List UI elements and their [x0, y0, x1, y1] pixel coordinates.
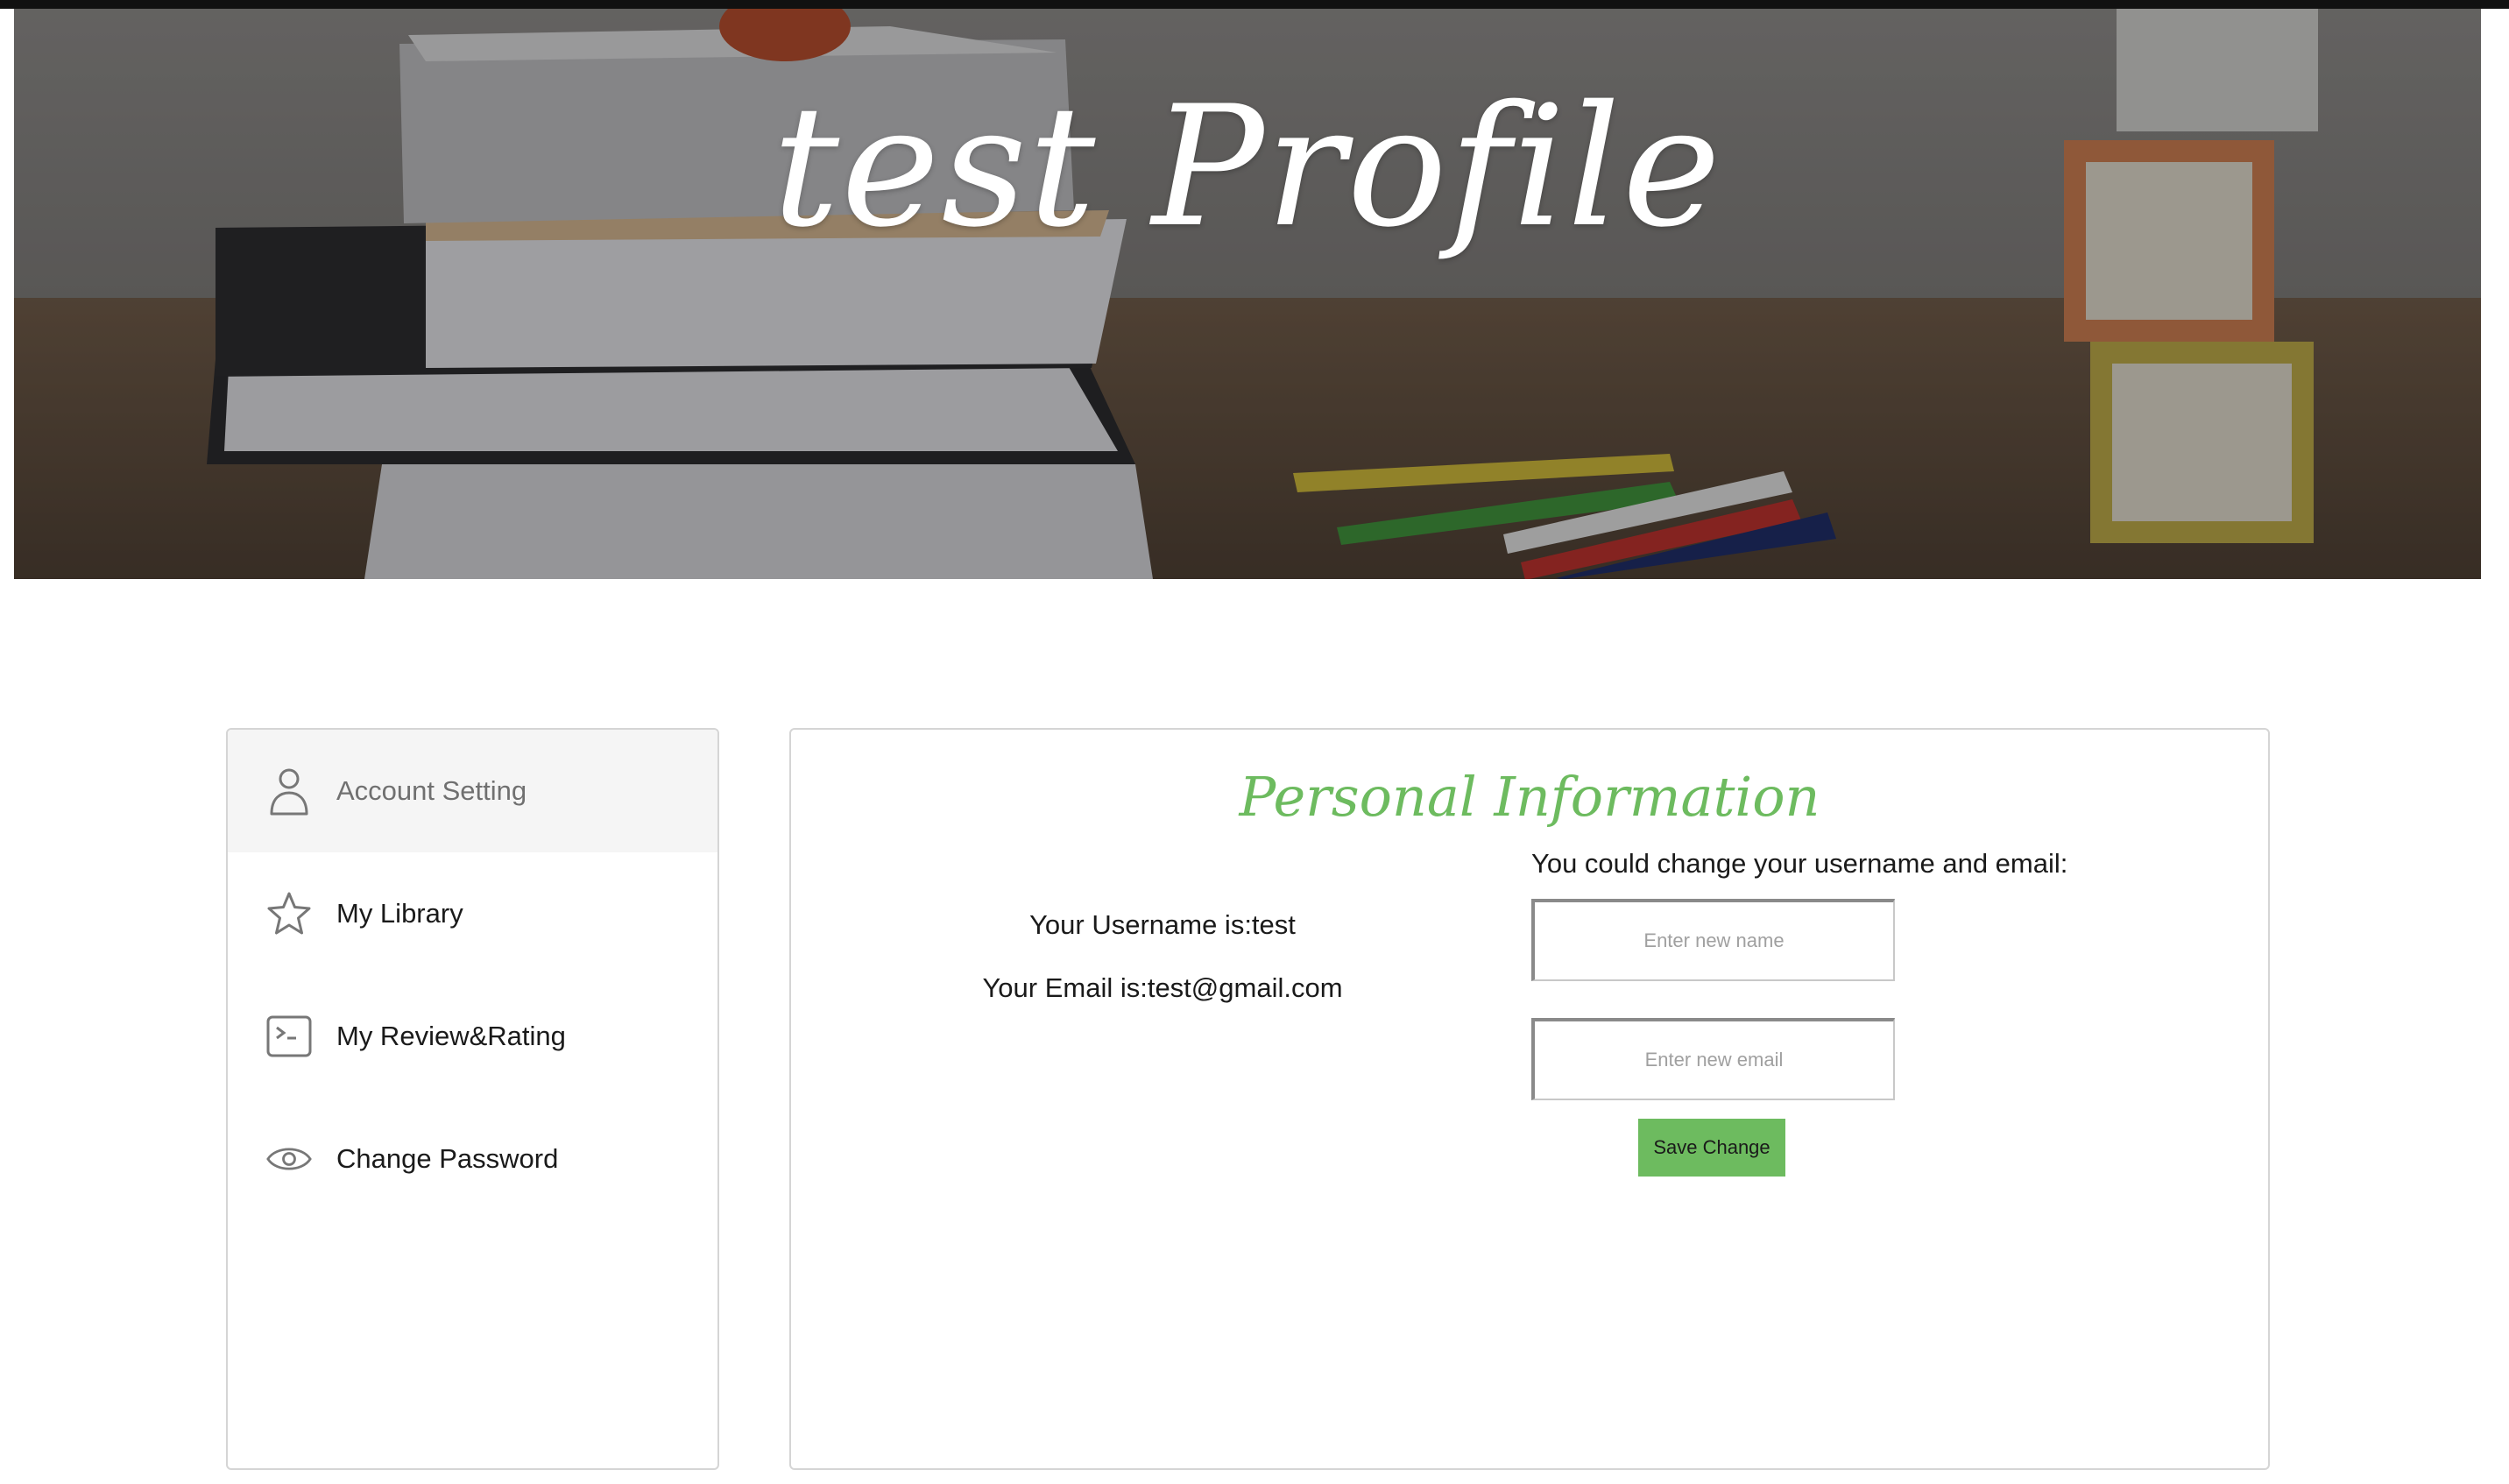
- sidebar-item-my-library[interactable]: My Library: [228, 852, 717, 975]
- change-hint: You could change your username and email…: [1531, 848, 2068, 879]
- page-title: test Profile: [772, 70, 1723, 264]
- sidebar-item-label: Change Password: [336, 1143, 559, 1174]
- star-icon: [266, 891, 312, 936]
- panel-title: Personal Information: [1239, 765, 1820, 829]
- email-display: Your Email is:test@gmail.com: [982, 972, 1343, 1003]
- sidebar-item-label: My Library: [336, 898, 463, 929]
- sidebar-item-label: Account Setting: [336, 775, 527, 806]
- new-email-input[interactable]: [1531, 1018, 1895, 1100]
- top-bar: [0, 0, 2509, 9]
- sidebar-item-label: My Review&Rating: [336, 1021, 566, 1051]
- new-name-input[interactable]: [1531, 899, 1895, 981]
- sidebar-item-account-setting[interactable]: Account Setting: [228, 730, 717, 852]
- eye-icon: [266, 1136, 312, 1182]
- save-change-button[interactable]: Save Change: [1638, 1119, 1785, 1177]
- user-icon: [266, 768, 312, 816]
- sidebar-item-change-password[interactable]: Change Password: [228, 1098, 717, 1220]
- sidebar: Account Setting My Library My Review&Rat…: [226, 728, 719, 1470]
- hero-banner: test Profile: [14, 9, 2481, 579]
- personal-info-panel: Personal Information Your Username is:te…: [789, 728, 2270, 1470]
- sidebar-item-my-review-rating[interactable]: My Review&Rating: [228, 975, 717, 1098]
- username-display: Your Username is:test: [1029, 909, 1296, 940]
- terminal-icon: [266, 1014, 312, 1059]
